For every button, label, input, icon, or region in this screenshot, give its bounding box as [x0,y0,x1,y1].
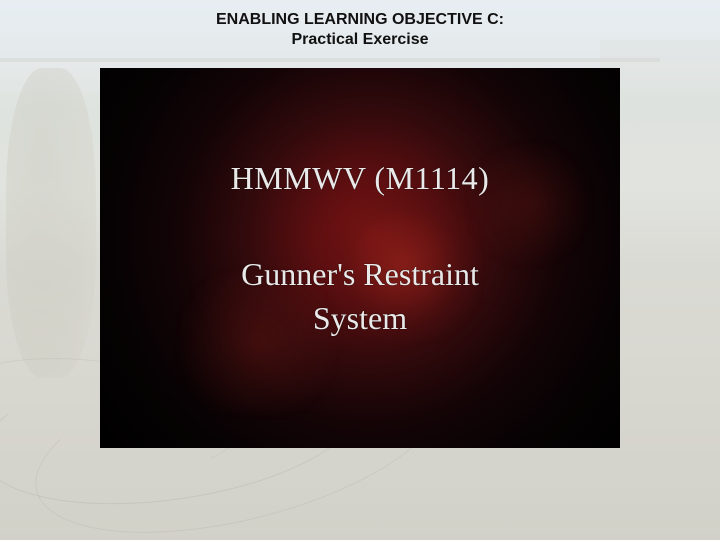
video-title-line-3: System [100,300,620,337]
slide: ENABLING LEARNING OBJECTIVE C: Practical… [0,0,720,540]
slide-heading: ENABLING LEARNING OBJECTIVE C: Practical… [0,10,720,50]
heading-line-1: ENABLING LEARNING OBJECTIVE C: [0,10,720,30]
video-title-line-2: Gunner's Restraint [100,256,620,293]
video-frame: HMMWV (M1114) Gunner's Restraint System [100,68,620,448]
video-blotch [173,273,343,413]
video-title-line-1: HMMWV (M1114) [100,160,620,197]
heading-line-2: Practical Exercise [0,30,720,50]
